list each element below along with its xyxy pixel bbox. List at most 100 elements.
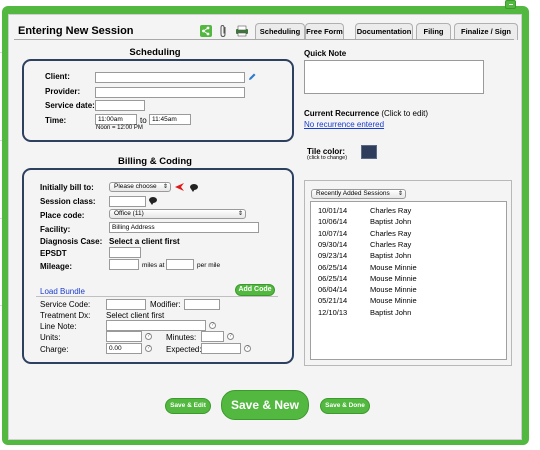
session-client: Baptist John	[370, 307, 412, 317]
epsdt-input[interactable]	[109, 247, 141, 258]
chat-bubble-icon[interactable]	[149, 197, 157, 205]
service-date-input[interactable]	[95, 100, 145, 111]
select-arrow-icon: ⇕	[237, 211, 243, 217]
time-start-input[interactable]: 11:00am	[95, 114, 137, 125]
diagnosis-case-label: Diagnosis Case:	[40, 237, 103, 246]
time-end-input[interactable]: 11:45am	[149, 114, 191, 125]
session-client: Mouse Minnie	[370, 273, 417, 283]
place-code-value: Office (11)	[114, 210, 144, 217]
mileage-input[interactable]	[109, 259, 139, 270]
select-arrow-icon: ⇕	[162, 184, 168, 190]
edit-pencil-icon[interactable]	[247, 72, 257, 82]
red-arrow-icon	[175, 182, 185, 192]
session-client: Mouse Minnie	[370, 296, 417, 306]
client-label: Client:	[45, 72, 70, 81]
session-row[interactable]: 10/01/14 Charles Ray	[318, 206, 498, 216]
session-date: 10/07/14	[318, 228, 348, 238]
print-icon[interactable]	[235, 25, 249, 37]
save-new-button[interactable]: Save & New	[221, 390, 309, 420]
share-icon[interactable]	[200, 25, 212, 37]
facility-label: Facility:	[40, 225, 71, 234]
client-input[interactable]	[95, 72, 245, 83]
recurrence-hint: (Click to edit)	[381, 109, 429, 118]
minutes-label: Minutes:	[166, 333, 197, 342]
session-class-input[interactable]	[109, 196, 146, 207]
codes-divider	[36, 296, 278, 297]
session-date: 12/10/13	[318, 307, 348, 317]
place-code-label: Place code:	[40, 211, 85, 220]
tab-finalize-sign[interactable]: Finalize / Sign	[454, 23, 518, 40]
tab-free-form[interactable]: Free Form	[305, 23, 344, 40]
initially-bill-label: Initially bill to:	[40, 183, 94, 192]
noon-note: Noon = 12:00 PM	[96, 125, 143, 131]
charge-input[interactable]: 0.00	[106, 343, 142, 354]
session-row[interactable]: 09/30/14 Charles Ray	[318, 240, 498, 250]
units-label: Units:	[40, 333, 61, 342]
help-icon[interactable]: ?	[244, 345, 251, 352]
line-note-label: Line Note:	[40, 322, 77, 331]
miles-at-label: miles at	[142, 262, 165, 269]
close-icon[interactable]	[505, 0, 516, 9]
service-code-label: Service Code:	[40, 300, 91, 309]
session-row[interactable]: 06/25/14 Mouse Minnie	[318, 274, 498, 284]
tile-color-swatch[interactable]	[361, 145, 377, 159]
units-input[interactable]	[106, 331, 142, 342]
session-date: 09/23/14	[318, 251, 348, 261]
tab-scheduling[interactable]: Scheduling	[255, 23, 305, 40]
add-code-button[interactable]: Add Code	[235, 284, 275, 296]
select-arrow-icon: ⇕	[397, 191, 403, 197]
scheduling-heading: Scheduling	[129, 47, 181, 58]
recent-sessions-select[interactable]: Recently Added Sessions ⇕	[311, 189, 406, 199]
help-icon[interactable]: ?	[209, 322, 216, 329]
per-mile-label: per mile	[197, 262, 221, 269]
session-date: 06/25/14	[318, 273, 348, 283]
session-client: Charles Ray	[370, 228, 412, 238]
session-client: Mouse Minnie	[370, 285, 417, 295]
session-row[interactable]: 05/21/14 Mouse Minnie	[318, 296, 498, 306]
paperclip-icon[interactable]	[218, 24, 228, 38]
recurrence-heading: Current Recurrence (Click to edit)	[304, 109, 428, 118]
session-row[interactable]: 06/25/14 Mouse Minnie	[318, 263, 498, 273]
save-edit-button[interactable]: Save & Edit	[165, 398, 211, 414]
header-divider	[14, 39, 514, 40]
tab-documentation[interactable]: Documentation	[355, 23, 413, 40]
mileage-label: Mileage:	[40, 262, 73, 271]
provider-input[interactable]	[95, 87, 245, 98]
epsdt-label: EPSDT	[40, 249, 67, 258]
line-note-input[interactable]	[106, 320, 206, 331]
service-code-input[interactable]	[106, 299, 146, 310]
minutes-input[interactable]	[201, 331, 224, 342]
session-client: Mouse Minnie	[370, 262, 417, 272]
chat-bubble-icon[interactable]	[190, 184, 198, 192]
session-date: 10/01/14	[318, 206, 348, 215]
session-row[interactable]: 10/07/14 Charles Ray	[318, 229, 498, 239]
session-row[interactable]: 10/06/14 Baptist John	[318, 217, 498, 227]
recurrence-label: Current Recurrence	[304, 109, 380, 118]
modifier-input[interactable]	[184, 299, 220, 310]
session-row[interactable]: 12/10/13 Baptist John	[318, 308, 498, 318]
service-date-label: Service date:	[45, 101, 95, 110]
save-done-button[interactable]: Save & Done	[320, 398, 370, 414]
initially-bill-value: Please choose	[114, 183, 157, 190]
session-row[interactable]: 09/23/14 Baptist John	[318, 251, 498, 261]
help-icon[interactable]: ?	[145, 345, 152, 352]
quick-note-textarea[interactable]	[304, 60, 484, 94]
initially-bill-select[interactable]: Please choose ⇕	[109, 182, 171, 192]
session-row[interactable]: 06/04/14 Mouse Minnie	[318, 285, 498, 295]
help-icon[interactable]: ?	[145, 333, 152, 340]
modifier-label: Modifier:	[150, 300, 181, 309]
tab-filing[interactable]: Filing	[416, 23, 451, 40]
time-label: Time:	[45, 116, 67, 125]
facility-input[interactable]: Billing Address	[109, 222, 259, 233]
mileage-rate-input[interactable]	[166, 259, 194, 270]
place-code-select[interactable]: Office (11) ⇕	[109, 209, 246, 219]
expected-label: Expected:	[166, 345, 202, 354]
help-icon[interactable]: ?	[227, 333, 234, 340]
session-client: Baptist John	[370, 251, 412, 261]
dialog-title: Entering New Session	[18, 25, 134, 37]
expected-input[interactable]	[201, 343, 241, 354]
load-bundle-link[interactable]: Load Bundle	[40, 287, 85, 296]
treatment-dx-value: Select client first	[106, 311, 165, 320]
recurrence-link[interactable]: No recurrence entered	[304, 120, 384, 129]
treatment-dx-label: Treatment Dx:	[40, 311, 91, 320]
